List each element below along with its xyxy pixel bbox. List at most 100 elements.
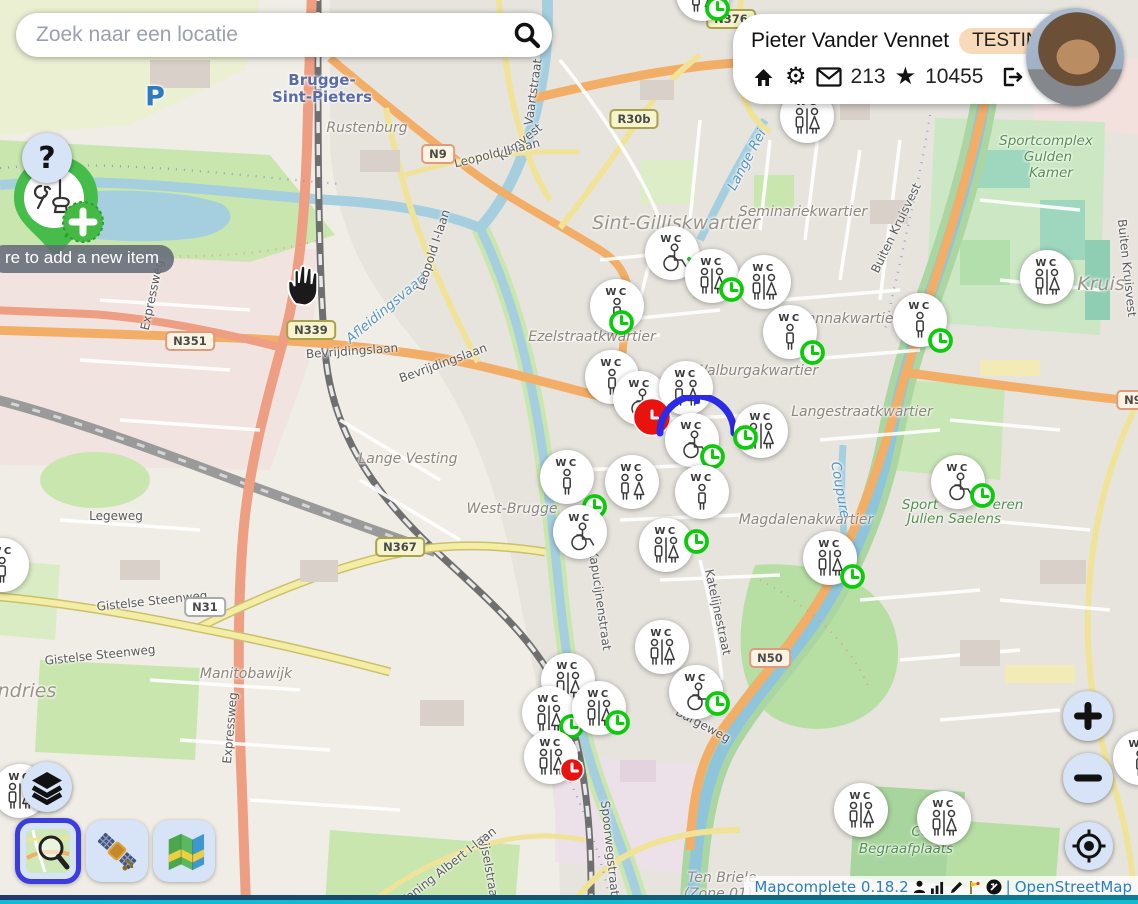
map-marker-toilet-p1[interactable]: WC <box>762 304 818 360</box>
svg-text:WC: WC <box>556 661 579 672</box>
badge-open-now <box>732 424 759 451</box>
map-marker-toilet-p1[interactable]: WC <box>539 449 595 505</box>
map-marker-toilet-p2[interactable]: WC <box>675 0 731 22</box>
svg-text:WC: WC <box>932 799 955 810</box>
svg-text:WC: WC <box>700 257 723 268</box>
satellite-icon <box>95 829 139 873</box>
svg-text:WC: WC <box>690 473 713 484</box>
logout-icon[interactable] <box>1000 65 1024 89</box>
map-marker-toilet-p1[interactable]: WC <box>1112 730 1138 786</box>
messages-icon[interactable] <box>816 67 842 87</box>
badge-open-now <box>927 327 954 354</box>
map-marker-toilet-p2[interactable]: WC <box>604 454 660 510</box>
svg-text:WC: WC <box>555 458 578 469</box>
svg-text:WC: WC <box>600 358 623 369</box>
crosshair-icon <box>1072 829 1106 863</box>
badge-open-now <box>799 339 826 366</box>
svg-text:WC: WC <box>849 791 872 802</box>
stats-icon[interactable] <box>930 881 945 894</box>
svg-text:WC: WC <box>587 689 610 700</box>
add-item-tooltip: re to add a new item <box>0 245 174 273</box>
search-bar[interactable] <box>16 13 552 57</box>
style-map-button[interactable] <box>153 820 215 882</box>
map-marker-toilet-mw[interactable]: WC <box>916 790 972 846</box>
svg-text:WC: WC <box>752 263 775 274</box>
app-version-link[interactable]: Mapcomplete 0.18.2 <box>754 878 908 896</box>
zoom-out-button[interactable] <box>1063 753 1113 803</box>
svg-text:WC: WC <box>1035 258 1058 269</box>
contributor-icon[interactable] <box>913 880 926 894</box>
svg-text:WC: WC <box>537 694 560 705</box>
svg-text:WC: WC <box>680 421 703 432</box>
map-marker-toilet-p1[interactable]: WC <box>0 537 30 593</box>
svg-text:WC: WC <box>620 463 643 474</box>
geolocate-button[interactable] <box>1065 822 1113 870</box>
svg-text:WC: WC <box>539 738 562 749</box>
osm-map-icon <box>25 828 71 874</box>
search-input[interactable] <box>34 22 512 48</box>
star-count: 10455 <box>925 65 983 89</box>
help-question-mark: ? <box>38 141 55 176</box>
map-marker-toilet-mw[interactable]: WC <box>638 517 694 573</box>
osm-link[interactable]: OpenStreetMap <box>1015 878 1132 896</box>
map-marker-toilet-p2[interactable]: WC <box>658 360 714 416</box>
svg-text:WC: WC <box>749 412 772 423</box>
map-marker-toilet-p1[interactable]: WC <box>674 464 730 520</box>
svg-text:WC: WC <box>568 513 591 524</box>
search-icon[interactable] <box>512 20 542 50</box>
help-button[interactable]: ? <box>22 133 72 183</box>
edit-pen-icon[interactable] <box>949 880 964 895</box>
home-icon[interactable] <box>751 65 776 89</box>
map-marker-toilet-wh[interactable]: WC <box>668 664 724 720</box>
svg-text:WC: WC <box>660 234 683 245</box>
svg-text:WC: WC <box>628 379 651 390</box>
map-marker-toilet-mw[interactable]: WC <box>733 403 789 459</box>
mini-flag-icon <box>968 880 982 895</box>
map-marker-toilet-wh[interactable]: WC <box>930 454 986 510</box>
star-icon[interactable]: ★ <box>895 65 917 89</box>
map-marker-toilet-mw[interactable]: WC <box>833 782 889 838</box>
svg-text:WC: WC <box>674 369 697 380</box>
map-marker-toilet-mw[interactable]: WC <box>736 254 792 310</box>
folded-map-icon <box>162 830 206 872</box>
cc-license-icon[interactable] <box>986 879 1002 895</box>
badge-open-now <box>704 690 731 717</box>
grab-hand-cursor <box>284 264 320 306</box>
map-marker-toilet-p1[interactable]: WC <box>589 278 645 334</box>
svg-text:WC: WC <box>0 546 14 557</box>
style-osm-button[interactable] <box>15 818 81 884</box>
user-avatar[interactable] <box>1026 8 1124 106</box>
message-count: 213 <box>851 65 886 89</box>
map-marker-toilet-mw[interactable]: WC <box>523 729 579 785</box>
svg-text:WC: WC <box>684 673 707 684</box>
user-name: Pieter Vander Vennet <box>751 29 949 53</box>
badge-open-now <box>839 563 866 590</box>
layers-button[interactable] <box>22 762 72 812</box>
badge-open-now <box>608 309 635 336</box>
style-satellite-button[interactable] <box>86 820 148 882</box>
map-viewport[interactable]: PBrugge-Sint-PietersRustenburgExpressweg… <box>0 0 1138 904</box>
svg-text:WC: WC <box>1128 739 1138 750</box>
map-marker-toilet-mw[interactable]: WC <box>1019 249 1075 305</box>
badge-open-now <box>969 482 996 509</box>
badge-open-now <box>683 528 710 555</box>
attribution-separator: | <box>1006 878 1011 896</box>
svg-text:WC: WC <box>818 539 841 550</box>
map-marker-toilet-wh[interactable]: WC <box>664 412 720 468</box>
badge-open-now <box>604 709 631 736</box>
plus-icon <box>1073 701 1103 731</box>
map-marker-toilet-mw[interactable]: WC <box>802 530 858 586</box>
svg-text:WC: WC <box>946 463 969 474</box>
map-marker-toilet-mw[interactable]: WC <box>571 680 627 736</box>
map-marker-toilet-mw[interactable]: WC <box>684 248 740 304</box>
background-style-row <box>15 820 215 884</box>
minus-icon <box>1073 763 1103 793</box>
map-marker-toilet-p1[interactable]: WC <box>892 292 948 348</box>
zoom-in-button[interactable] <box>1063 691 1113 741</box>
map-marker-toilet-wh[interactable]: WC <box>552 504 608 560</box>
svg-text:WC: WC <box>908 301 931 312</box>
svg-text:WC: WC <box>654 526 677 537</box>
svg-text:WC: WC <box>605 287 628 298</box>
badge-closed-now <box>559 757 585 783</box>
settings-gear-icon[interactable]: ⚙ <box>785 65 807 89</box>
